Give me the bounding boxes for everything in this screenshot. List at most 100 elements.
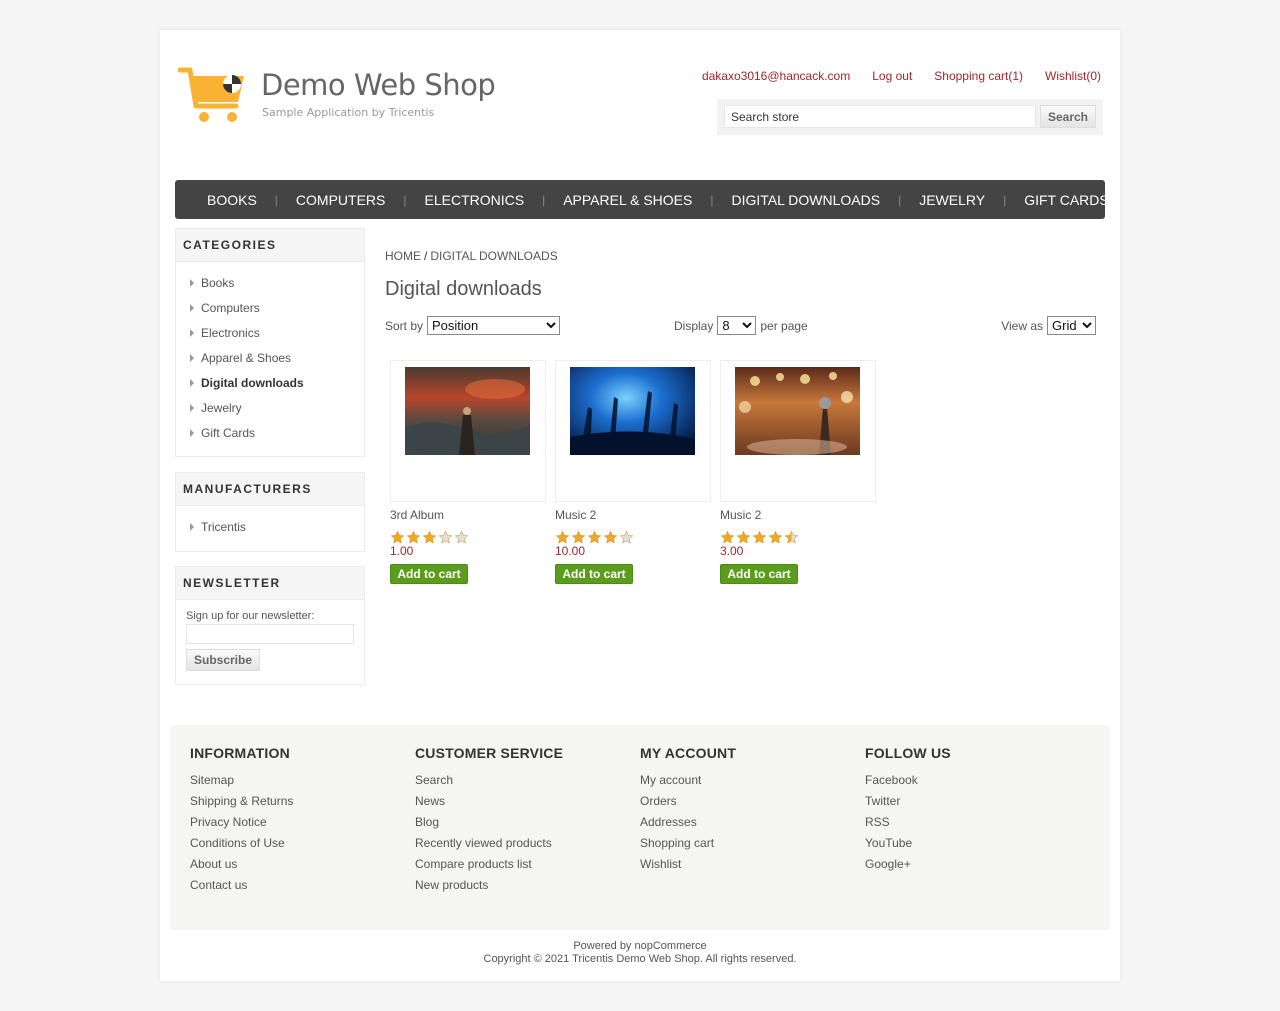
product-rating [555,530,711,545]
footer-link-my-account[interactable]: My account [640,773,850,794]
footer-link-shipping-returns[interactable]: Shipping & Returns [190,794,400,815]
star-icon [619,530,634,544]
category-item-computers[interactable]: Computers [190,295,364,320]
categories-block: CATEGORIES Books Computers Electronics A… [175,228,365,457]
footer-link-google-plus[interactable]: Google+ [865,857,1075,878]
footer-link-search[interactable]: Search [415,773,625,794]
footer-link-blog[interactable]: Blog [415,815,625,836]
product-rating [390,530,546,545]
newsletter-email-field[interactable] [186,624,354,644]
triangle-right-icon [190,378,194,387]
microphone-image [735,367,860,455]
menu-jewelry[interactable]: JEWELRY [901,192,1003,208]
album-cover-image [405,367,530,455]
search-button[interactable]: Search [1040,105,1096,128]
product-title[interactable]: 3rd Album [390,508,546,522]
triangle-right-icon [190,403,194,412]
footer-link-rss[interactable]: RSS [865,815,1075,836]
footer-link-wishlist[interactable]: Wishlist [640,857,850,878]
star-icon [720,530,735,544]
copyright-text: Copyright © 2021 Tricentis Demo Web Shop… [483,953,797,965]
category-item-jewelry[interactable]: Jewelry [190,395,364,420]
product-title[interactable]: Music 2 [555,508,711,522]
category-item-digital-downloads[interactable]: Digital downloads [190,370,364,395]
star-icon [390,530,405,544]
menu-computers[interactable]: COMPUTERS [278,192,403,208]
logo-subtitle: Sample Application by Tricentis [262,106,435,119]
page-size-select[interactable]: 8 [717,316,757,335]
footer-information: INFORMATION Sitemap Shipping & Returns P… [190,745,400,899]
product-price: 3.00 [720,544,744,558]
menu-digital-downloads[interactable]: DIGITAL DOWNLOADS [714,192,899,208]
add-to-cart-button[interactable]: Add to cart [390,564,468,584]
account-email-link[interactable]: dakaxo3016@hancack.com [702,69,850,83]
newsletter-title: NEWSLETTER [176,567,364,600]
menu-electronics[interactable]: ELECTRONICS [407,192,543,208]
categories-list: Books Computers Electronics Apparel & Sh… [176,262,364,451]
footer-link-shopping-cart[interactable]: Shopping cart [640,836,850,857]
star-icon [454,530,469,544]
triangle-right-icon [190,353,194,362]
footer-link-twitter[interactable]: Twitter [865,794,1075,815]
manufacturer-item-tricentis[interactable]: Tricentis [190,514,364,539]
view-mode-select[interactable]: Grid [1047,316,1096,335]
footer-link-addresses[interactable]: Addresses [640,815,850,836]
menu-apparel-shoes[interactable]: APPAREL & SHOES [545,192,710,208]
footer-link-youtube[interactable]: YouTube [865,836,1075,857]
footer-customer-service: CUSTOMER SERVICE Search News Blog Recent… [415,745,625,899]
breadcrumb-home[interactable]: HOME [385,249,421,263]
page-title: Digital downloads [385,278,542,300]
footer-link-facebook[interactable]: Facebook [865,773,1075,794]
logout-link[interactable]: Log out [872,69,912,83]
footer-link-news[interactable]: News [415,794,625,815]
category-item-books[interactable]: Books [190,270,364,295]
footer-information-title: INFORMATION [190,745,290,761]
category-item-gift-cards[interactable]: Gift Cards [190,420,364,445]
star-icon [438,530,453,544]
manufacturers-list: Tricentis [176,506,364,545]
triangle-right-icon [190,522,194,531]
star-icon [406,530,421,544]
product-picture[interactable] [555,360,711,502]
header-links: dakaxo3016@hancack.com Log out Shopping … [702,69,1101,83]
star-icon [768,530,783,544]
triangle-right-icon [190,328,194,337]
footer-link-new-products[interactable]: New products [415,878,625,899]
menu-gift-cards[interactable]: GIFT CARDS [1006,192,1127,208]
footer-link-compare-products[interactable]: Compare products list [415,857,625,878]
footer-link-privacy-notice[interactable]: Privacy Notice [190,815,400,836]
sort-select[interactable]: Position [427,316,561,335]
footer-link-sitemap[interactable]: Sitemap [190,773,400,794]
display-label: Display [674,318,714,333]
triangle-right-icon [190,303,194,312]
category-item-apparel-shoes[interactable]: Apparel & Shoes [190,345,364,370]
category-item-electronics[interactable]: Electronics [190,320,364,345]
footer-link-recently-viewed[interactable]: Recently viewed products [415,836,625,857]
wishlist-link[interactable]: Wishlist(0) [1045,69,1101,83]
sort-label: Sort by [385,318,424,333]
footer-link-orders[interactable]: Orders [640,794,850,815]
subscribe-button[interactable]: Subscribe [186,649,260,671]
logo[interactable]: Demo Web Shop Sample Application by Tric… [178,66,498,126]
powered-by-link[interactable]: Powered by nopCommerce [573,940,706,952]
breadcrumb: HOME / DIGITAL DOWNLOADS [385,249,558,263]
menu-books[interactable]: BOOKS [189,192,275,208]
product-title[interactable]: Music 2 [720,508,876,522]
footer-link-conditions-of-use[interactable]: Conditions of Use [190,836,400,857]
newsletter-block: NEWSLETTER Sign up for our newsletter: S… [175,566,365,685]
star-icon [736,530,751,544]
product-picture[interactable] [390,360,546,502]
search-input[interactable] [724,105,1036,128]
triangle-right-icon [190,428,194,437]
product-price: 1.00 [390,544,414,558]
view-as-label: View as [1001,318,1043,333]
breadcrumb-current: DIGITAL DOWNLOADS [430,249,558,263]
add-to-cart-button[interactable]: Add to cart [555,564,633,584]
shopping-cart-link[interactable]: Shopping cart(1) [934,69,1023,83]
product-picture[interactable] [720,360,876,502]
footer-link-about-us[interactable]: About us [190,857,400,878]
footer-powered-by: Powered by nopCommerce Copyright © 2021 … [160,940,1120,966]
footer-link-contact-us[interactable]: Contact us [190,878,400,899]
add-to-cart-button[interactable]: Add to cart [720,564,798,584]
footer-follow-us-title: FOLLOW US [865,745,951,761]
